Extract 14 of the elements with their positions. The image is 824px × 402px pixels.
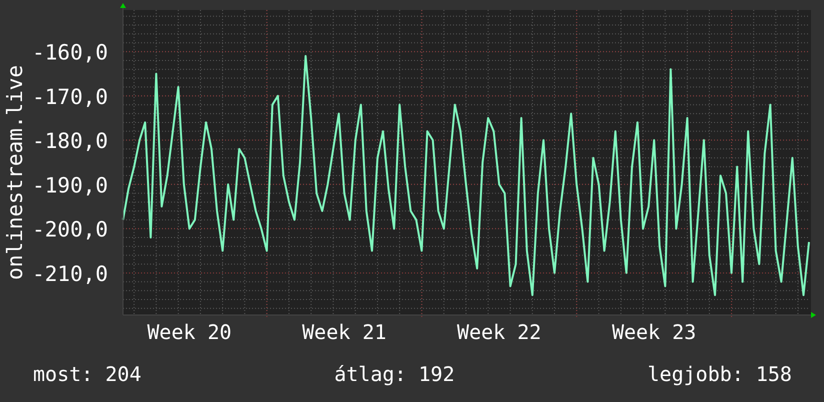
y-tick-label: -160,0 — [32, 40, 108, 65]
y-tick-label: -170,0 — [32, 84, 108, 109]
y-tick-label: -210,0 — [32, 262, 108, 286]
y-axis-title: onlinestream.live — [3, 65, 27, 280]
x-tick-label: Week 21 — [302, 320, 386, 344]
y-tick-label: -190,0 — [32, 173, 108, 198]
legend-stat: legjobb: 158 — [647, 362, 792, 386]
x-tick-label: Week 20 — [147, 320, 232, 344]
x-tick-label: Week 23 — [612, 320, 696, 344]
y-tick-label: -180,0 — [32, 129, 108, 154]
legend-stat: most: 204 — [33, 362, 142, 386]
y-tick-label: -200,0 — [32, 218, 108, 242]
legend-stat: átlag: 192 — [334, 362, 455, 386]
x-tick-label: Week 22 — [457, 320, 542, 344]
